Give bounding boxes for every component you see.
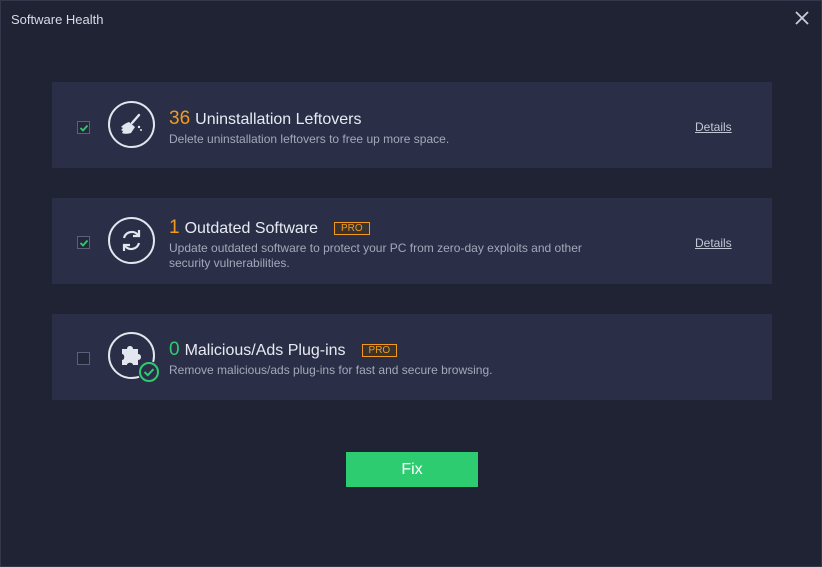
item-uninstallation-leftovers: 36 Uninstallation Leftovers Delete uninst… bbox=[52, 82, 772, 168]
outdated-software-title: Outdated Software bbox=[184, 220, 318, 237]
outdated-software-count: 1 bbox=[169, 217, 180, 238]
broom-icon bbox=[108, 101, 155, 148]
title-bar: Software Health bbox=[1, 1, 821, 37]
uninstallation-leftovers-details-link[interactable]: Details bbox=[695, 120, 732, 134]
window-title: Software Health bbox=[11, 12, 104, 27]
uninstallation-leftovers-heading: 36 Uninstallation Leftovers bbox=[169, 108, 361, 130]
uninstallation-leftovers-checkbox[interactable] bbox=[77, 121, 90, 134]
checkmark-icon bbox=[79, 239, 89, 247]
malicious-ads-plugins-heading: 0 Malicious/Ads Plug-ins PRO bbox=[169, 339, 398, 361]
item-malicious-ads-plugins: 0 Malicious/Ads Plug-ins PRO Remove malici… bbox=[52, 314, 772, 400]
malicious-ads-plugins-checkbox[interactable] bbox=[77, 352, 90, 365]
software-health-dialog: Software Health 36 Uninstallation Leftove… bbox=[0, 0, 822, 567]
malicious-ads-plugins-description: Remove malicious/ads plug-ins for fast a… bbox=[169, 363, 493, 377]
outdated-software-details-link[interactable]: Details bbox=[695, 236, 732, 250]
checkmark-icon bbox=[79, 124, 89, 132]
outdated-software-description: Update outdated software to protect your… bbox=[169, 241, 582, 270]
malicious-ads-plugins-title: Malicious/Ads Plug-ins bbox=[184, 342, 346, 359]
malicious-ads-plugins-count: 0 bbox=[169, 339, 180, 360]
close-icon[interactable] bbox=[793, 9, 811, 27]
outdated-software-heading: 1 Outdated Software PRO bbox=[169, 217, 370, 239]
fix-button[interactable]: Fix bbox=[346, 452, 478, 487]
refresh-icon bbox=[108, 217, 155, 264]
uninstallation-leftovers-title: Uninstallation Leftovers bbox=[195, 111, 362, 128]
pro-badge: PRO bbox=[334, 222, 370, 235]
check-circle-icon bbox=[138, 361, 160, 383]
pro-badge: PRO bbox=[361, 344, 398, 357]
uninstallation-leftovers-count: 36 bbox=[169, 108, 191, 129]
uninstallation-leftovers-description: Delete uninstallation leftovers to free … bbox=[169, 132, 450, 146]
outdated-software-checkbox[interactable] bbox=[77, 236, 90, 249]
item-outdated-software: 1 Outdated Software PRO Update outdated so… bbox=[52, 198, 772, 284]
